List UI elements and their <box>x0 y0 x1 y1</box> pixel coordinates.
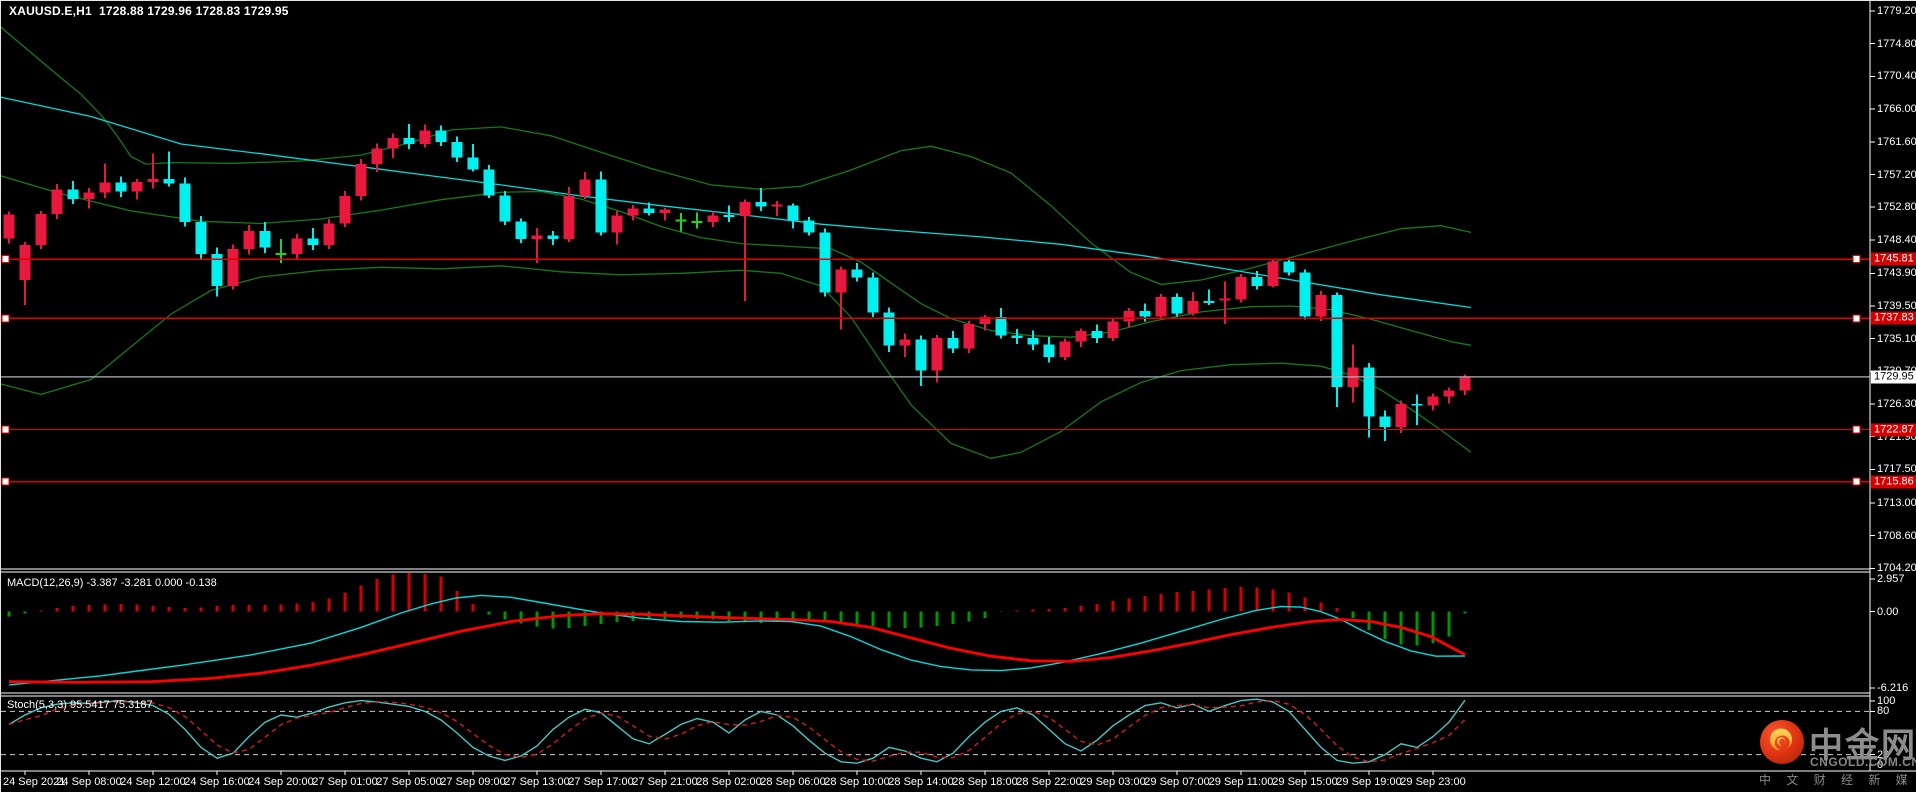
time-tick-label: 29 Sep 19:00 <box>1336 776 1402 788</box>
current-price-badge: 1729.95 <box>1871 370 1916 384</box>
time-tick-label: 28 Sep 06:00 <box>760 776 826 788</box>
price-tick-label: 1713.00 <box>1877 496 1916 509</box>
price-tick-label: 1770.40 <box>1877 70 1916 83</box>
macd-tick-label: -6.216 <box>1877 682 1909 694</box>
price-tick-label: 1726.30 <box>1877 398 1916 410</box>
time-tick-label: 29 Sep 07:00 <box>1144 776 1210 788</box>
time-tick-label: 28 Sep 14:00 <box>888 776 954 788</box>
time-tick-label: 27 Sep 01:00 <box>312 776 378 788</box>
price-tick-label: 1708.60 <box>1877 529 1916 542</box>
time-tick-label: 27 Sep 21:00 <box>632 776 698 788</box>
mt4-chart-window: XAUUSD.E,H1 1728.88 1729.96 1728.83 1729… <box>0 0 1916 792</box>
cngold-logo-icon <box>1760 720 1804 764</box>
axes <box>1 1 1916 775</box>
level-price-badge: 1745.81 <box>1871 252 1916 266</box>
chart-title: XAUUSD.E,H1 1728.88 1729.96 1728.83 1729… <box>9 4 289 18</box>
watermark-slogan: 中 文 财 经 新 媒 体 <box>1759 773 1916 787</box>
time-tick-label: 29 Sep 03:00 <box>1080 776 1146 788</box>
price-tick-label: 1774.80 <box>1877 37 1916 50</box>
time-tick-label: 27 Sep 09:00 <box>440 776 506 788</box>
time-tick-label: 27 Sep 05:00 <box>376 776 442 788</box>
time-tick-label: 27 Sep 13:00 <box>504 776 570 788</box>
pane-separators <box>1 568 1870 697</box>
time-tick-label: 28 Sep 22:00 <box>1016 776 1082 788</box>
price-tick-label: 1739.50 <box>1877 300 1916 312</box>
time-tick-label: 27 Sep 17:00 <box>568 776 634 788</box>
time-tick-label: 28 Sep 02:00 <box>696 776 762 788</box>
macd-tick-label: 2.957 <box>1877 573 1905 585</box>
time-tick-label: 24 Sep 12:00 <box>120 776 186 788</box>
level-price-badge: 1715.86 <box>1871 475 1916 489</box>
candles-layer <box>3 123 1471 442</box>
bollinger-bands <box>1 26 1472 459</box>
time-tick-label: 24 Sep 20:00 <box>248 776 314 788</box>
time-tick-label: 28 Sep 18:00 <box>952 776 1018 788</box>
price-tick-label: 1766.00 <box>1877 103 1916 116</box>
time-tick-label: 24 Sep 08:00 <box>56 776 122 788</box>
price-tick-label: 1735.10 <box>1877 332 1916 345</box>
stoch-indicator-label: Stoch(5,3,3) 95.5417 75.3187 <box>7 699 153 711</box>
level-price-badge: 1737.83 <box>1871 311 1916 325</box>
stoch-pane[interactable] <box>1 698 1870 764</box>
price-tick-label: 1757.20 <box>1877 168 1916 181</box>
price-tick-label: 1748.40 <box>1877 233 1916 246</box>
macd-tick-label: 0.00 <box>1877 605 1899 618</box>
time-tick-label: 29 Sep 15:00 <box>1272 776 1338 788</box>
time-tick-label: 28 Sep 10:00 <box>824 776 890 788</box>
macd-indicator-label: MACD(12,26,9) -3.387 -3.281 0.000 -0.138 <box>7 577 217 589</box>
price-tick-label: 1717.50 <box>1877 463 1916 476</box>
watermark-domain: CNGOLD.COM.CN <box>1810 755 1916 769</box>
time-tick-label: 24 Sep 16:00 <box>184 776 250 788</box>
time-tick-label: 29 Sep 23:00 <box>1400 776 1466 788</box>
cngold-watermark: 中金网 CNGOLD.COM.CN 中 文 财 经 新 媒 体 <box>1757 716 1916 787</box>
price-tick-label: 1779.20 <box>1877 5 1916 17</box>
macd-pane[interactable] <box>7 573 1467 686</box>
price-tick-label: 1761.60 <box>1877 135 1916 148</box>
price-tick-label: 1743.90 <box>1877 267 1916 280</box>
chart-canvas[interactable] <box>1 1 1916 792</box>
level-price-badge: 1722.87 <box>1871 423 1916 436</box>
price-tick-label: 1752.80 <box>1877 201 1916 214</box>
time-tick-label: 29 Sep 11:00 <box>1208 776 1274 788</box>
